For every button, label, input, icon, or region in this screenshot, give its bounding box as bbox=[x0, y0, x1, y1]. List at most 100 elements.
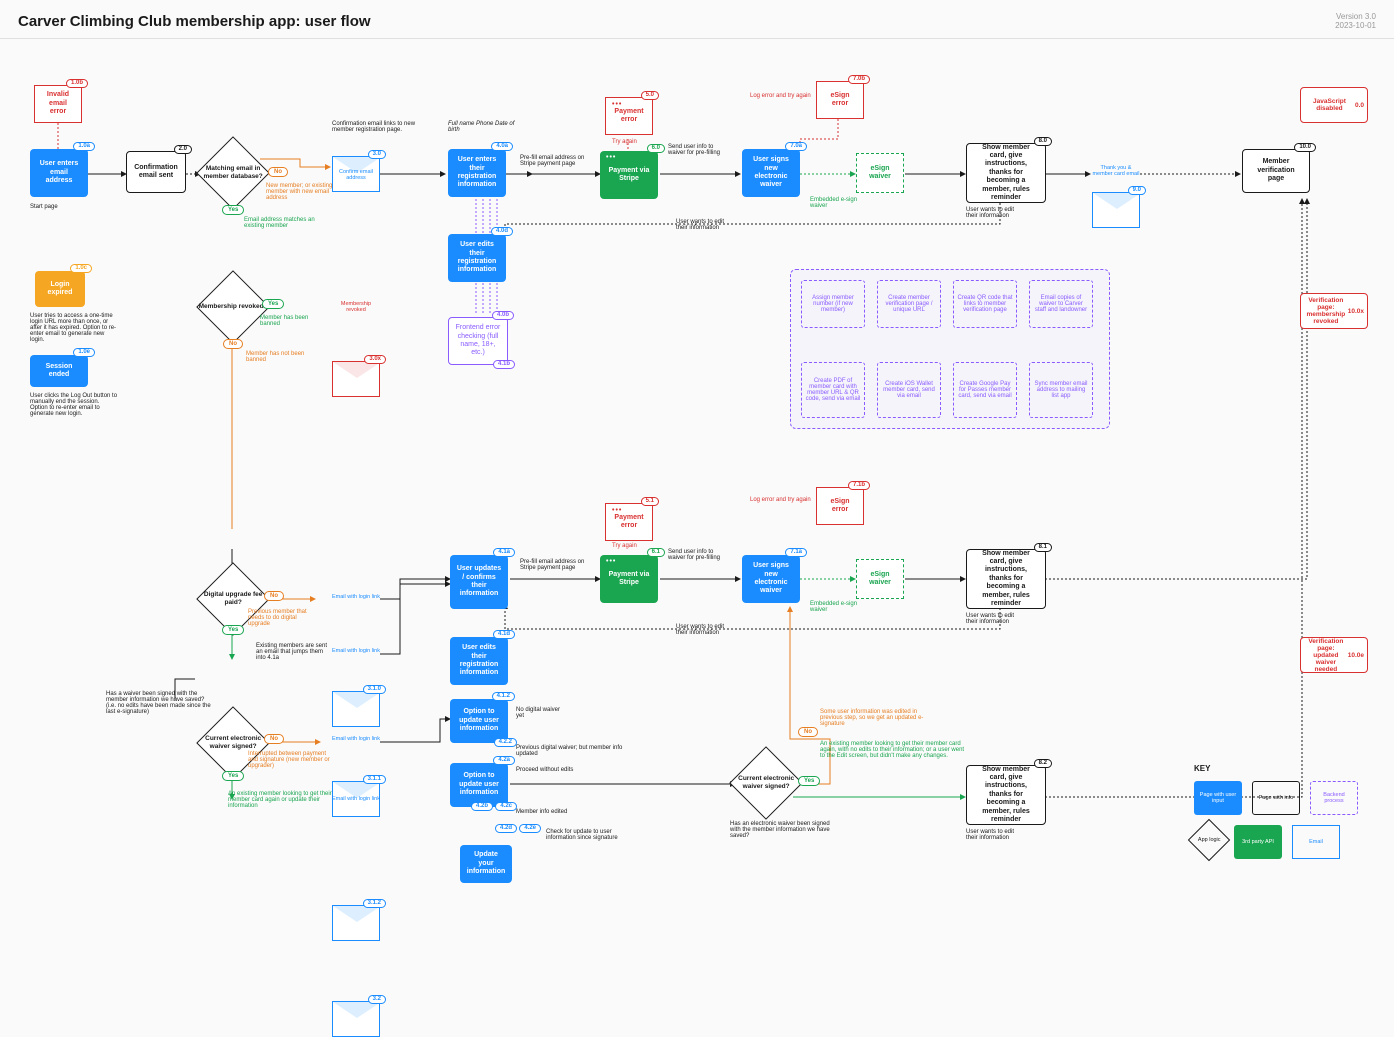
node-show-card-3: Show member card, give instructions, tha… bbox=[966, 765, 1046, 825]
node-user-enters-email: User enters email address1.0a bbox=[30, 149, 88, 197]
node-user-edits-reg: User edits their registration informatio… bbox=[448, 234, 506, 282]
caption-editinfo-2: User wants to edit their information bbox=[966, 207, 1026, 219]
caption-banned: Member has been banned bbox=[260, 315, 330, 327]
caption-tryagain-2: Try again bbox=[612, 543, 652, 549]
caption-has-signed: Has an electronic waiver been signed wit… bbox=[730, 821, 840, 839]
pill-no-4: No bbox=[264, 734, 284, 744]
key-backend: Backend process bbox=[1310, 781, 1358, 815]
caption-noexisting: An existing member looking to get their … bbox=[820, 741, 970, 759]
pill-no-2: No bbox=[223, 339, 243, 349]
node-esign-error: eSign error7.0b bbox=[816, 81, 864, 119]
decision-matching-email: Matching email in member database? bbox=[196, 136, 270, 210]
backend-sync: Sync member email address to mailing lis… bbox=[1029, 362, 1093, 418]
node-email-link-4: 3.2 bbox=[332, 1001, 380, 1037]
node-payment-error-2: •••Payment error5.1 bbox=[605, 503, 653, 541]
caption-sendinfo-2: Send user info to waiver for pre-filling bbox=[668, 549, 723, 561]
pill-yes-5: Yes bbox=[798, 776, 820, 786]
node-thankyou-email: 9.0 bbox=[1092, 192, 1140, 228]
caption-someedit: Some user information was edited in prev… bbox=[820, 709, 930, 727]
node-esign-error-2: eSign error7.1b bbox=[816, 487, 864, 525]
caption-editinfo-3: User wants to edit their information bbox=[676, 624, 736, 636]
node-payment-stripe: •••Payment via Stripe6.0 bbox=[600, 151, 658, 199]
page-title: Carver Climbing Club membership app: use… bbox=[18, 13, 371, 30]
node-option-update-2: Option to update user information4.2a bbox=[450, 763, 508, 807]
label-confirm-email: Confirm email address bbox=[331, 169, 381, 181]
pill-no-3: No bbox=[264, 591, 284, 601]
node-option-update-1: Option to update user information4.1.2 bbox=[450, 699, 508, 743]
version-meta: Version 3.0 2023-10-01 bbox=[1335, 12, 1376, 30]
label-thankyou: Thank you & member card email bbox=[1091, 165, 1141, 177]
key-logic: App logic bbox=[1188, 819, 1230, 861]
pill-yes-1: Yes bbox=[222, 205, 244, 215]
caption-new-member: New member; or existing member with new … bbox=[266, 183, 341, 201]
node-user-edits-2: User edits their registration informatio… bbox=[450, 637, 508, 685]
label-email-link-3: Email with login link bbox=[331, 736, 381, 742]
caption-logerror: Log error and try again bbox=[750, 93, 820, 99]
caption-edited: Member info edited bbox=[516, 809, 596, 815]
backend-qr: Create QR code that links to member veri… bbox=[953, 280, 1017, 328]
label-email-link-1: Email with login link bbox=[331, 594, 381, 600]
caption-notbanned: Member has not been banned bbox=[246, 351, 316, 363]
node-payment-stripe-2: •••Payment via Stripe6.1 bbox=[600, 555, 658, 603]
caption-editinfo: User wants to edit their information bbox=[676, 219, 736, 231]
key-page-info: Page with info bbox=[1252, 781, 1300, 815]
legend-key: KEY Page with user input Page with info … bbox=[1194, 764, 1374, 869]
caption-prefill-2: Pre-fill email address on Stripe payment… bbox=[520, 559, 590, 571]
label-email-link-2: Email with login link bbox=[331, 648, 381, 654]
pill-yes-2: Yes bbox=[262, 299, 284, 309]
caption-editinfo-4: User wants to edit their information bbox=[966, 613, 1026, 625]
backend-ios: Create iOS Wallet member card, send via … bbox=[877, 362, 941, 418]
caption-logerror-2: Log error and try again bbox=[750, 497, 820, 503]
pill-no-5: No bbox=[798, 727, 818, 737]
node-user-signs-2: User signs new electronic waiver7.1a bbox=[742, 555, 800, 603]
caption-session-ended: User clicks the Log Out button to manual… bbox=[30, 393, 118, 417]
key-api: 3rd party API bbox=[1234, 825, 1282, 859]
caption-prefill: Pre-fill email address on Stripe payment… bbox=[520, 155, 590, 167]
caption-interrupt: Interrupted between payment and signatur… bbox=[248, 751, 334, 769]
key-email: Email bbox=[1292, 825, 1340, 859]
node-update-info: Update your information bbox=[460, 845, 512, 883]
caption-matches: Email address matches an existing member bbox=[244, 217, 324, 229]
backend-email-waiver: Email copies of waiver to Carver staff a… bbox=[1029, 280, 1093, 328]
caption-login-expired: User tries to access a one-time login UR… bbox=[30, 313, 118, 343]
label-revoked-email: Membership revoked bbox=[331, 301, 381, 313]
backend-create-page: Create member verification page / unique… bbox=[877, 280, 941, 328]
backend-processes: Assign member number (if new member) Cre… bbox=[790, 269, 1110, 429]
node-payment-error: •••Payment error5.0 bbox=[605, 97, 653, 135]
caption-existing: Existing members are sent an email that … bbox=[256, 643, 332, 661]
node-user-updates: User updates / confirms their informatio… bbox=[450, 555, 508, 609]
node-email-link-1: 3.1.0 bbox=[332, 691, 380, 727]
caption-sendinfo: Send user info to waiver for pre-filling bbox=[668, 144, 723, 156]
backend-assign-number: Assign member number (if new member) bbox=[801, 280, 865, 328]
node-invalid-email: Invalid email error1.0b bbox=[34, 85, 82, 123]
node-user-registration: User enters their registration informati… bbox=[448, 149, 506, 197]
decision-waiver-signed-2: Current electronic waiver signed? bbox=[729, 746, 803, 820]
caption-editinfo-5: User wants to edit their information bbox=[966, 829, 1026, 841]
node-esign-waiver: eSign waiver bbox=[856, 153, 904, 193]
node-verif-revoked: Verification page: membership revoked10.… bbox=[1300, 293, 1368, 329]
node-verif-waiver-needed: Verification page: updated waiver needed… bbox=[1300, 637, 1368, 673]
backend-pdf: Create PDF of member card with member UR… bbox=[801, 362, 865, 418]
node-verification-page: Member verification page10.0 bbox=[1242, 149, 1310, 193]
pill-yes-3: Yes bbox=[222, 625, 244, 635]
caption-nowaiver: No digital waiver yet bbox=[516, 707, 566, 719]
node-show-member-card: Show member card, give instructions, tha… bbox=[966, 143, 1046, 203]
decision-revoked: Membership revoked? bbox=[196, 270, 270, 344]
key-page-input: Page with user input bbox=[1194, 781, 1242, 815]
caption-has-waiver: Has a waiver been signed with the member… bbox=[106, 691, 216, 715]
flow-canvas: Invalid email error1.0b User enters emai… bbox=[0, 39, 1394, 899]
caption-existing2: An existing member looking to get their … bbox=[228, 791, 338, 809]
caption-check: Check for update to user information sin… bbox=[546, 829, 636, 841]
node-email-link-3: 3.1.2 bbox=[332, 905, 380, 941]
node-frontend-checking: Frontend error checking (full name, 18+,… bbox=[448, 317, 508, 365]
backend-google: Create Google Pay for Passes member card… bbox=[953, 362, 1017, 418]
node-revoked-email: 3.0x bbox=[332, 361, 380, 397]
node-js-disabled: JavaScript disabled0.0 bbox=[1300, 87, 1368, 123]
node-user-signs-waiver: User signs new electronic waiver7.0a bbox=[742, 149, 800, 197]
node-session-ended: Session ended1.0e bbox=[30, 355, 88, 387]
caption-fullname: Full name Phone Date of birth bbox=[448, 121, 518, 133]
caption-embedded-2: Embedded e-sign waiver bbox=[810, 601, 860, 613]
node-login-expired: Login expired1.0c bbox=[35, 271, 85, 307]
caption-embedded: Embedded e-sign waiver bbox=[810, 197, 860, 209]
node-waiver-2: eSign waiver bbox=[856, 559, 904, 599]
